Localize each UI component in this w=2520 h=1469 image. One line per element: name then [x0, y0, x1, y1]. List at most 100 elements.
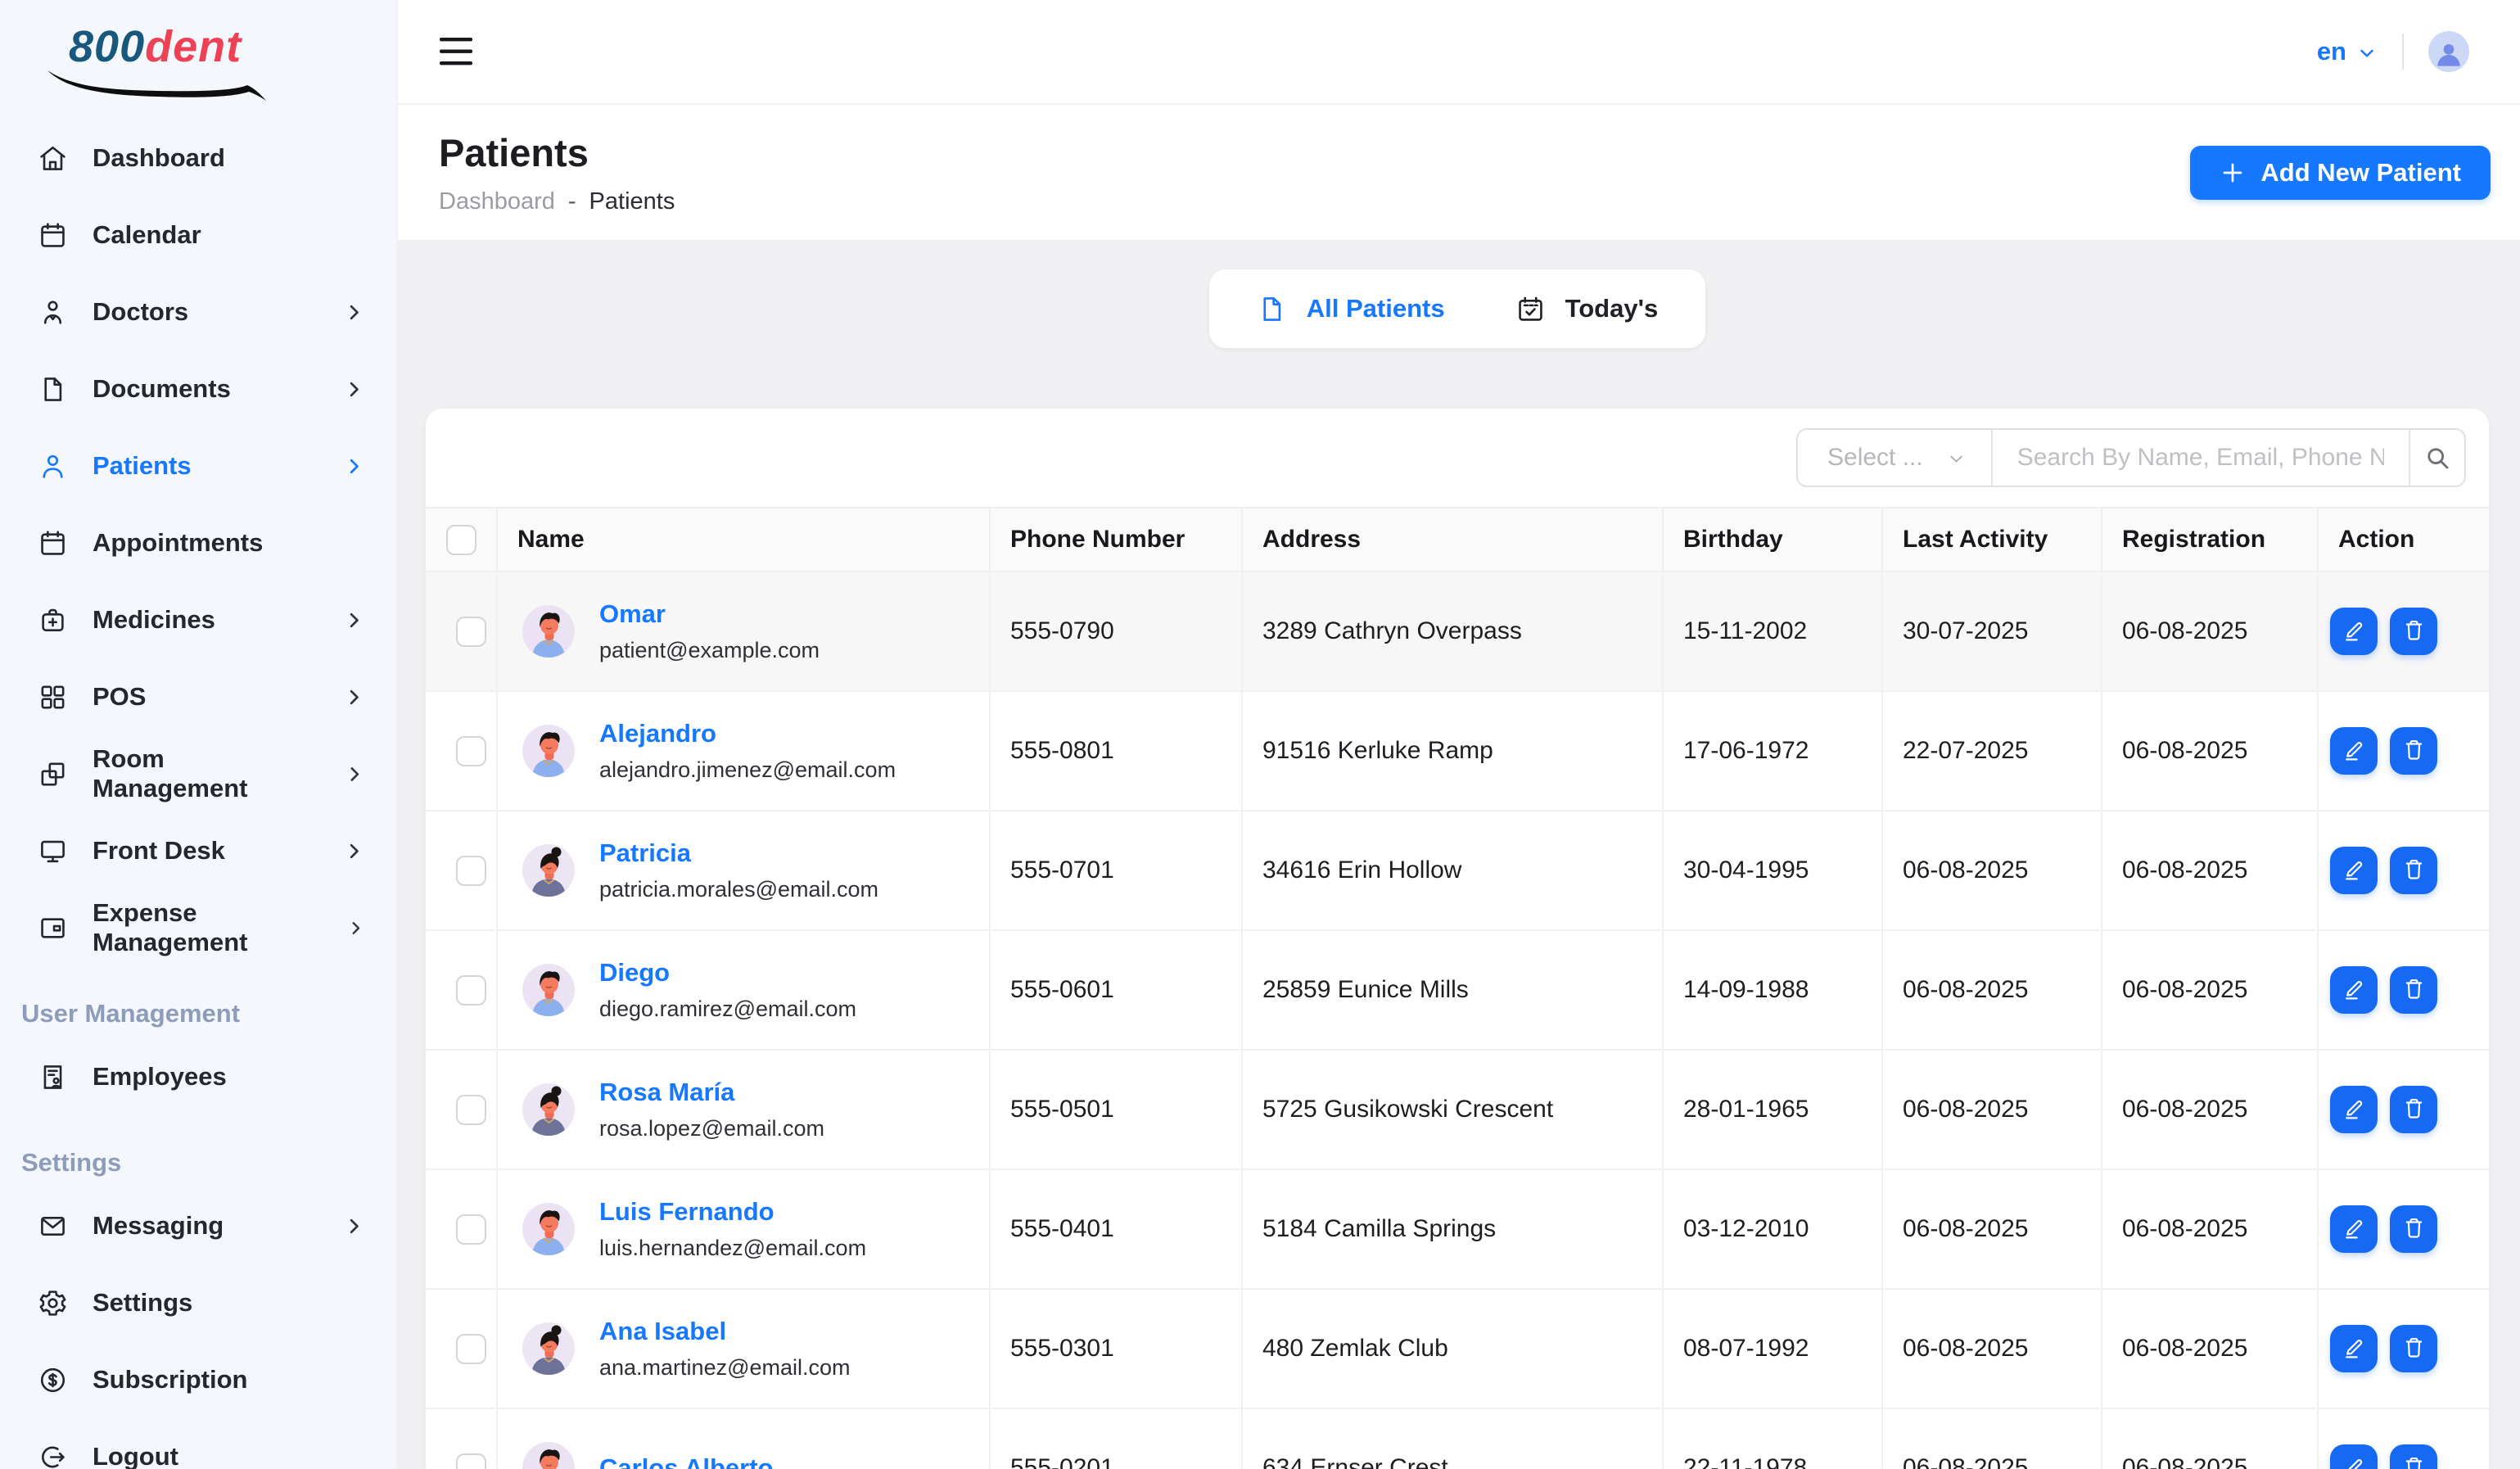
sidebar-item-front-desk[interactable]: Front Desk — [0, 812, 396, 889]
patient-name-link[interactable]: Omar — [599, 599, 820, 629]
row-checkbox[interactable] — [456, 1334, 486, 1364]
hamburger-menu-button[interactable] — [439, 36, 475, 67]
sidebar-item-doctors[interactable]: Doctors — [0, 273, 396, 350]
edit-patient-button[interactable] — [2330, 966, 2378, 1014]
edit-patient-button[interactable] — [2330, 1325, 2378, 1372]
delete-patient-button[interactable] — [2390, 608, 2437, 655]
patient-phone: 555-0401 — [991, 1170, 1243, 1288]
column-header-registration: Registration — [2102, 508, 2319, 571]
delete-patient-button[interactable] — [2390, 966, 2437, 1014]
delete-patient-button[interactable] — [2390, 847, 2437, 894]
delete-patient-button[interactable] — [2390, 1205, 2437, 1253]
search-button[interactable] — [2409, 430, 2464, 486]
patient-address: 25859 Eunice Mills — [1243, 931, 1664, 1049]
brand-logo[interactable]: 800dent — [0, 0, 396, 108]
edit-icon — [2342, 1215, 2367, 1243]
patient-name-link[interactable]: Patricia — [599, 838, 878, 868]
delete-patient-button[interactable] — [2390, 1325, 2437, 1372]
patient-email: alejandro.jimenez@email.com — [599, 757, 896, 783]
patient-name-link[interactable]: Alejandro — [599, 719, 896, 748]
sidebar-item-label: Patients — [93, 451, 192, 481]
patient-name-link[interactable]: Diego — [599, 958, 856, 988]
patient-phone: 555-0301 — [991, 1290, 1243, 1408]
sidebar-item-pos[interactable]: POS — [0, 658, 396, 735]
delete-patient-button[interactable] — [2390, 727, 2437, 775]
patient-name-link[interactable]: Luis Fernando — [599, 1197, 866, 1227]
delete-patient-button[interactable] — [2390, 1086, 2437, 1133]
edit-patient-button[interactable] — [2330, 1444, 2378, 1469]
tab-today-s[interactable]: Today's — [1515, 294, 1659, 324]
edit-icon — [2342, 617, 2367, 645]
sidebar-item-medicines[interactable]: Medicines — [0, 581, 396, 658]
breadcrumb-dashboard[interactable]: Dashboard — [439, 188, 555, 215]
chevron-right-icon — [346, 917, 365, 939]
sidebar-item-patients[interactable]: Patients — [0, 427, 396, 504]
edit-patient-button[interactable] — [2330, 1086, 2378, 1133]
select-all-checkbox[interactable] — [446, 525, 476, 555]
patient-birthday: 30-04-1995 — [1664, 811, 1883, 929]
sidebar-item-label: Messaging — [93, 1211, 224, 1241]
patient-address: 34616 Erin Hollow — [1243, 811, 1664, 929]
delete-patient-button[interactable] — [2390, 1444, 2437, 1469]
row-checkbox[interactable] — [456, 1214, 486, 1245]
sidebar-item-label: Doctors — [93, 297, 188, 327]
edit-icon — [2342, 737, 2367, 765]
sidebar-item-subscription[interactable]: Subscription — [0, 1341, 396, 1418]
sidebar-item-label: Expense Management — [93, 898, 322, 957]
sidebar-item-documents[interactable]: Documents — [0, 350, 396, 427]
edit-icon — [2342, 976, 2367, 1004]
patient-name-block: Patriciapatricia.morales@email.com — [599, 838, 878, 902]
sidebar-section-settings: Settings — [0, 1115, 396, 1187]
sidebar-item-appointments[interactable]: Appointments — [0, 504, 396, 581]
sidebar-item-messaging[interactable]: Messaging — [0, 1187, 396, 1264]
add-new-patient-button[interactable]: Add New Patient — [2190, 146, 2491, 200]
row-checkbox-cell — [426, 811, 498, 929]
row-checkbox[interactable] — [456, 1095, 486, 1125]
patient-phone: 555-0201 — [991, 1409, 1243, 1469]
plus-icon — [2220, 160, 2246, 186]
sidebar-item-settings[interactable]: Settings — [0, 1264, 396, 1341]
patient-name-block: Diegodiego.ramirez@email.com — [599, 958, 856, 1022]
patient-last-activity: 22-07-2025 — [1883, 692, 2102, 810]
table-row-carlos-alberto: Carlos Alberto555-0201634 Ernser Crest22… — [426, 1409, 2489, 1469]
sidebar-item-dashboard[interactable]: Dashboard — [0, 120, 396, 197]
dollar-icon — [38, 1365, 68, 1395]
delete-icon — [2401, 737, 2427, 765]
row-checkbox[interactable] — [456, 1453, 486, 1469]
sidebar-item-expense-management[interactable]: Expense Management — [0, 889, 396, 966]
page-header-left: Patients Dashboard - Patients — [439, 130, 675, 215]
edit-patient-button[interactable] — [2330, 727, 2378, 775]
language-selector[interactable]: en — [2317, 37, 2378, 66]
female-avatar — [522, 1083, 575, 1136]
edit-patient-button[interactable] — [2330, 1205, 2378, 1253]
user-avatar[interactable] — [2428, 31, 2469, 72]
row-checkbox[interactable] — [456, 617, 486, 647]
filter-select[interactable]: Select ... — [1798, 430, 1993, 486]
add-new-patient-label: Add New Patient — [2260, 158, 2461, 188]
patient-phone: 555-0501 — [991, 1051, 1243, 1168]
chevron-right-icon — [343, 378, 365, 400]
patients-card: Select ... NamePhone NumberAddressBirthd… — [426, 409, 2489, 1469]
row-checkbox[interactable] — [456, 975, 486, 1006]
sidebar-item-calendar[interactable]: Calendar — [0, 197, 396, 273]
patient-name-cell: Rosa Maríarosa.lopez@email.com — [498, 1051, 991, 1168]
patient-name-link[interactable]: Carlos Alberto — [599, 1453, 773, 1469]
sidebar-item-logout[interactable]: Logout — [0, 1418, 396, 1469]
patient-registration: 06-08-2025 — [2102, 692, 2319, 810]
sidebar-item-employees[interactable]: Employees — [0, 1038, 396, 1115]
row-checkbox[interactable] — [456, 736, 486, 766]
patient-name-cell: Carlos Alberto — [498, 1409, 991, 1469]
patient-name-link[interactable]: Ana Isabel — [599, 1317, 851, 1346]
edit-patient-button[interactable] — [2330, 847, 2378, 894]
patient-birthday: 22-11-1978 — [1664, 1409, 1883, 1469]
row-checkbox[interactable] — [456, 856, 486, 886]
sidebar-item-room-management[interactable]: Room Management — [0, 735, 396, 812]
monitor-icon — [38, 836, 68, 866]
patient-name-link[interactable]: Rosa María — [599, 1078, 824, 1107]
patient-name-block: Luis Fernandoluis.hernandez@email.com — [599, 1197, 866, 1261]
patient-registration: 06-08-2025 — [2102, 1170, 2319, 1288]
search-input[interactable] — [1993, 430, 2409, 486]
tab-all-patients[interactable]: All Patients — [1257, 294, 1445, 324]
table-row-luis-fernando: Luis Fernandoluis.hernandez@email.com 555… — [426, 1170, 2489, 1290]
edit-patient-button[interactable] — [2330, 608, 2378, 655]
